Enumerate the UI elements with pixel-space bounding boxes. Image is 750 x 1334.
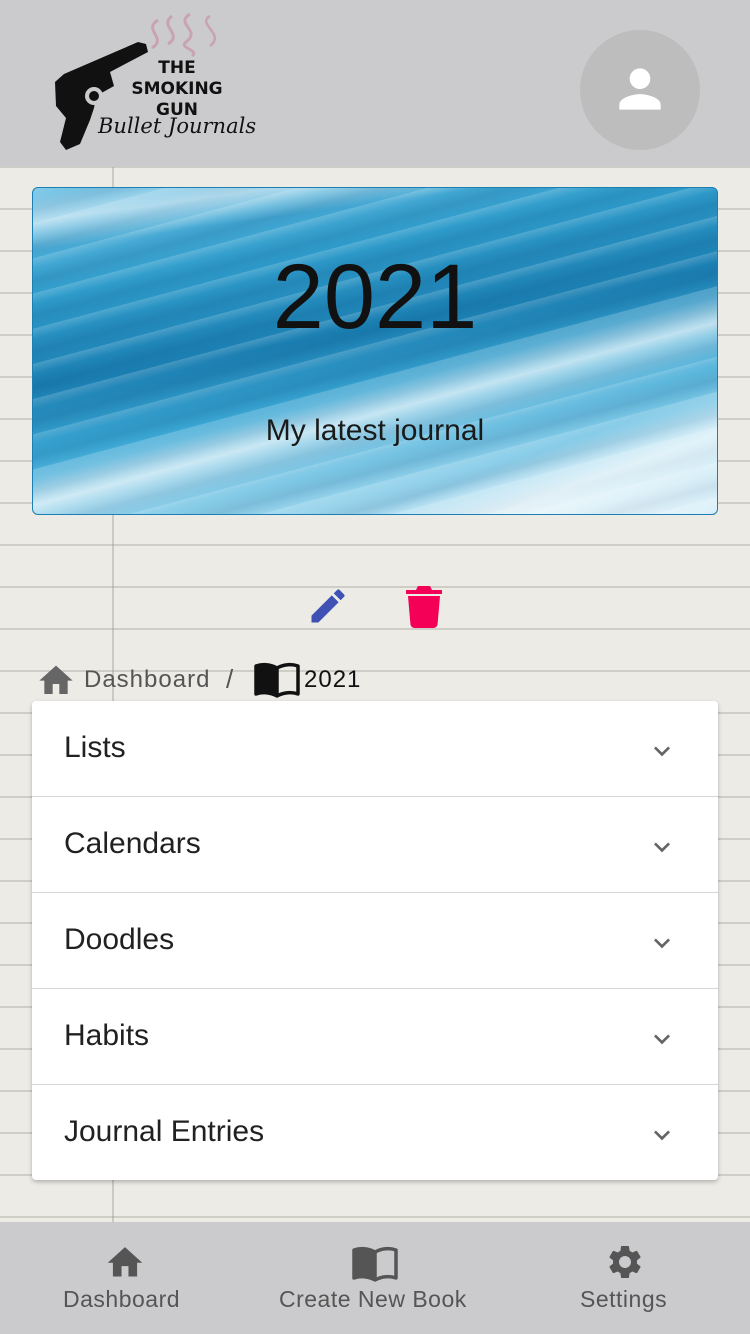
book-icon (352, 1246, 398, 1282)
trash-icon (406, 586, 442, 628)
nav-label: Settings (580, 1286, 668, 1312)
chevron-down-icon (654, 1034, 670, 1045)
chevron-down-icon (654, 746, 670, 757)
journal-sections-accordion: Lists Calendars Doodles Habits Journal E… (32, 701, 718, 1180)
chevron-down-icon (654, 938, 670, 949)
cover-subtitle: My latest journal (265, 414, 485, 447)
section-journal-entries[interactable]: Journal Entries (32, 1085, 718, 1180)
chevron-down-icon (654, 1130, 670, 1141)
logo-wordmark: THE SMOKING GUN (112, 58, 242, 121)
cover-title: 2021 (272, 246, 478, 348)
book-icon (254, 662, 300, 698)
breadcrumb-dashboard-link[interactable]: Dashboard (84, 666, 210, 694)
nav-label: Create New Book (279, 1286, 467, 1312)
gear-icon (609, 1246, 641, 1278)
section-label: Habits (64, 1019, 150, 1052)
logo-script: Bullet Journals (98, 114, 257, 138)
breadcrumb: Dashboard / 2021 (36, 660, 536, 700)
app-logo: THE SMOKING GUN Bullet Journals (50, 10, 257, 155)
nav-settings[interactable]: Settings (500, 1222, 750, 1334)
breadcrumb-current: 2021 (304, 666, 362, 693)
app-header: THE SMOKING GUN Bullet Journals (0, 0, 750, 167)
nav-dashboard[interactable]: Dashboard (0, 1222, 250, 1334)
logo-line-2: SMOKING (131, 79, 223, 99)
section-label: Doodles (64, 923, 175, 956)
user-avatar-button[interactable] (580, 30, 700, 150)
person-icon (619, 68, 661, 110)
breadcrumb-separator: / (226, 664, 234, 694)
section-label: Lists (64, 731, 126, 764)
chevron-down-icon (654, 842, 670, 853)
section-habits[interactable]: Habits (32, 989, 718, 1085)
home-icon (107, 1247, 143, 1277)
section-label: Journal Entries (64, 1115, 265, 1148)
edit-journal-button[interactable] (306, 584, 350, 628)
logo-line-1: THE (158, 58, 196, 78)
home-icon (39, 665, 73, 694)
delete-journal-button[interactable] (404, 584, 444, 628)
nav-label: Dashboard (63, 1286, 181, 1312)
pencil-icon (311, 589, 345, 623)
section-label: Calendars (64, 827, 201, 860)
nav-create-new-book[interactable]: Create New Book (250, 1222, 500, 1334)
section-lists[interactable]: Lists (32, 701, 718, 797)
section-calendars[interactable]: Calendars (32, 797, 718, 893)
bottom-navigation: Dashboard Create New Book Settings (0, 1222, 750, 1334)
section-doodles[interactable]: Doodles (32, 893, 718, 989)
